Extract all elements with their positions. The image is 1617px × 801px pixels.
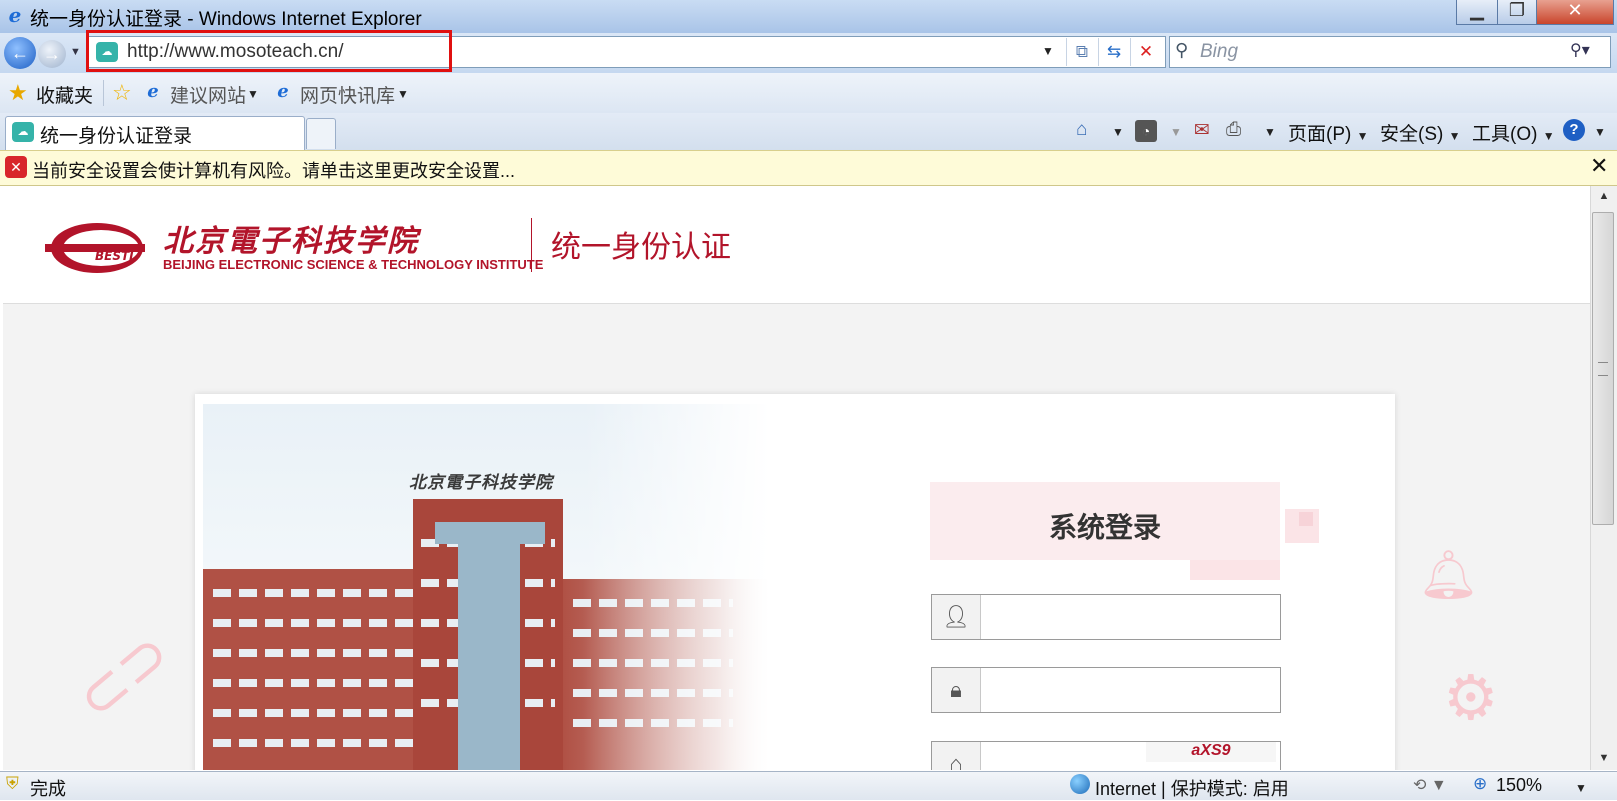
decor-square	[1299, 512, 1313, 526]
scrollbar-grip	[1598, 362, 1608, 376]
chevron-down-icon[interactable]: ▼	[247, 87, 259, 101]
web-slice-gallery-link[interactable]: 网页快讯库	[300, 81, 395, 108]
window-row	[213, 589, 413, 597]
window-row	[213, 679, 413, 687]
chevron-down-icon[interactable]: ▼	[1170, 125, 1182, 139]
favorites-divider	[103, 80, 104, 106]
building-glass-column	[458, 529, 520, 770]
search-icon: ⚲	[1175, 40, 1189, 60]
close-icon[interactable]: ✕	[1590, 153, 1608, 179]
status-bar	[0, 771, 1617, 800]
back-icon[interactable]: ←	[4, 37, 36, 69]
status-text: 完成	[30, 779, 66, 799]
safety-menu[interactable]: 安全(S) ▼	[1380, 119, 1461, 146]
chevron-down-icon[interactable]: ▼	[1575, 781, 1587, 795]
lock-icon: 🔒︎	[932, 668, 981, 712]
shield-icon: ⌂	[932, 742, 981, 770]
password-field[interactable]: 🔒︎	[931, 667, 1281, 713]
ie-logo-icon: e	[8, 3, 22, 27]
safety-menu-label[interactable]: 安全(S)	[1380, 124, 1443, 145]
window-row	[213, 709, 413, 717]
info-bar-message[interactable]: 当前安全设置会使计算机有风险。请单击这里更改安全设置...	[32, 157, 515, 183]
password-input[interactable]	[984, 674, 1273, 706]
minimize-button[interactable]: ▁	[1456, 0, 1498, 25]
forward-icon[interactable]: →	[38, 40, 66, 68]
new-tab-button[interactable]	[306, 118, 336, 149]
ie-page-icon: e	[277, 81, 289, 102]
page-viewport: BESTI 北京電子科技学院 BEIJING ELECTRONIC SCIENC…	[3, 186, 1590, 770]
protected-mode-icon: ⛨	[6, 774, 19, 793]
logo-chinese-name: 北京電子科技学院	[163, 224, 419, 259]
tools-menu[interactable]: 工具(O) ▼	[1472, 119, 1555, 146]
refresh-icon[interactable]: ⇆	[1098, 38, 1129, 66]
photo-fade	[583, 404, 803, 770]
building-sign: 北京電子科技学院	[409, 473, 553, 493]
suggested-sites-link[interactable]: 建议网站	[170, 81, 246, 108]
home-icon[interactable]: ⌂	[1076, 119, 1087, 141]
user-icon: 👤︎	[932, 595, 981, 639]
recent-pages-dropdown[interactable]: ▼	[70, 46, 81, 58]
window-title: 统一身份认证登录 - Windows Internet Explorer	[30, 9, 422, 30]
campus-photo: 北京電子科技学院	[203, 404, 803, 770]
building-wing-left	[203, 569, 423, 770]
school-logo-icon: BESTI	[45, 223, 145, 273]
ie-page-icon: e	[147, 81, 159, 102]
chevron-down-icon[interactable]: ▼	[1112, 125, 1124, 139]
address-dropdown-icon[interactable]: ▼	[1042, 44, 1054, 58]
close-window-button[interactable]: ✕	[1536, 0, 1614, 25]
chevron-down-icon: ▼	[1448, 129, 1461, 143]
tab-label[interactable]: 统一身份认证登录	[40, 121, 192, 148]
window-row	[213, 619, 413, 627]
security-zone[interactable]: Internet | 保护模式: 启用	[1095, 775, 1289, 801]
security-warning-icon: ✕	[5, 156, 27, 178]
window-row	[213, 649, 413, 657]
chevron-down-icon[interactable]: ▼	[1264, 125, 1276, 139]
svg-text:BESTI: BESTI	[95, 249, 134, 263]
captcha-field[interactable]: ⌂ aXS9	[931, 741, 1281, 770]
globe-icon	[1070, 774, 1090, 794]
zoom-level[interactable]: 150%	[1496, 775, 1542, 796]
status-tools-icon[interactable]: ⟲ ▼	[1413, 775, 1447, 795]
help-icon[interactable]: ?	[1563, 119, 1585, 141]
logo-english-name: BEIJING ELECTRONIC SCIENCE & TECHNOLOGY …	[163, 257, 544, 272]
read-mail-icon[interactable]: ✉	[1194, 119, 1210, 142]
chevron-down-icon[interactable]: ▼	[397, 87, 409, 101]
username-field[interactable]: 👤︎	[931, 594, 1281, 640]
scroll-down-icon[interactable]: ▼	[1593, 748, 1615, 768]
feeds-icon[interactable]: ◔	[1135, 120, 1157, 142]
gear-icon: ⚙	[1443, 664, 1499, 733]
search-go-icon[interactable]: ⚲▾	[1570, 40, 1590, 60]
login-card: 北京電子科技学院 系统登录 👤︎ 🔒︎ ⌂ aXS9	[195, 394, 1395, 770]
search-placeholder[interactable]: Bing	[1200, 41, 1238, 63]
header-title: 统一身份认证	[551, 231, 731, 264]
page-menu-label[interactable]: 页面(P)	[1288, 124, 1351, 145]
star-icon: ★	[8, 80, 28, 105]
bell-icon: 🔔︎	[1418, 549, 1479, 602]
print-icon[interactable]: ⎙	[1226, 119, 1241, 141]
paperclip-icon: ⊂⊃	[62, 617, 183, 734]
chevron-down-icon: ▼	[1356, 129, 1369, 143]
compat-view-icon[interactable]: ⧉	[1066, 38, 1097, 66]
tools-menu-label[interactable]: 工具(O)	[1472, 124, 1537, 145]
captcha-image[interactable]: aXS9	[1146, 742, 1276, 762]
favorites-button[interactable]: 收藏夹	[36, 81, 93, 108]
maximize-button[interactable]: ❐	[1497, 0, 1537, 25]
window-row	[213, 739, 413, 747]
header-divider	[531, 218, 532, 272]
stop-icon[interactable]: ✕	[1130, 38, 1161, 66]
scroll-up-icon[interactable]: ▲	[1593, 186, 1615, 206]
page-menu[interactable]: 页面(P) ▼	[1288, 119, 1369, 146]
add-favorite-icon[interactable]: ☆	[112, 80, 132, 106]
chevron-down-icon: ▼	[1542, 129, 1555, 143]
username-input[interactable]	[984, 601, 1273, 633]
login-title: 系统登录	[1048, 512, 1161, 543]
page-favicon-icon: ☁	[12, 122, 34, 142]
address-highlight-annotation	[86, 30, 452, 72]
chevron-down-icon[interactable]: ▼	[1594, 125, 1606, 139]
zoom-icon[interactable]: ⊕	[1473, 774, 1487, 794]
